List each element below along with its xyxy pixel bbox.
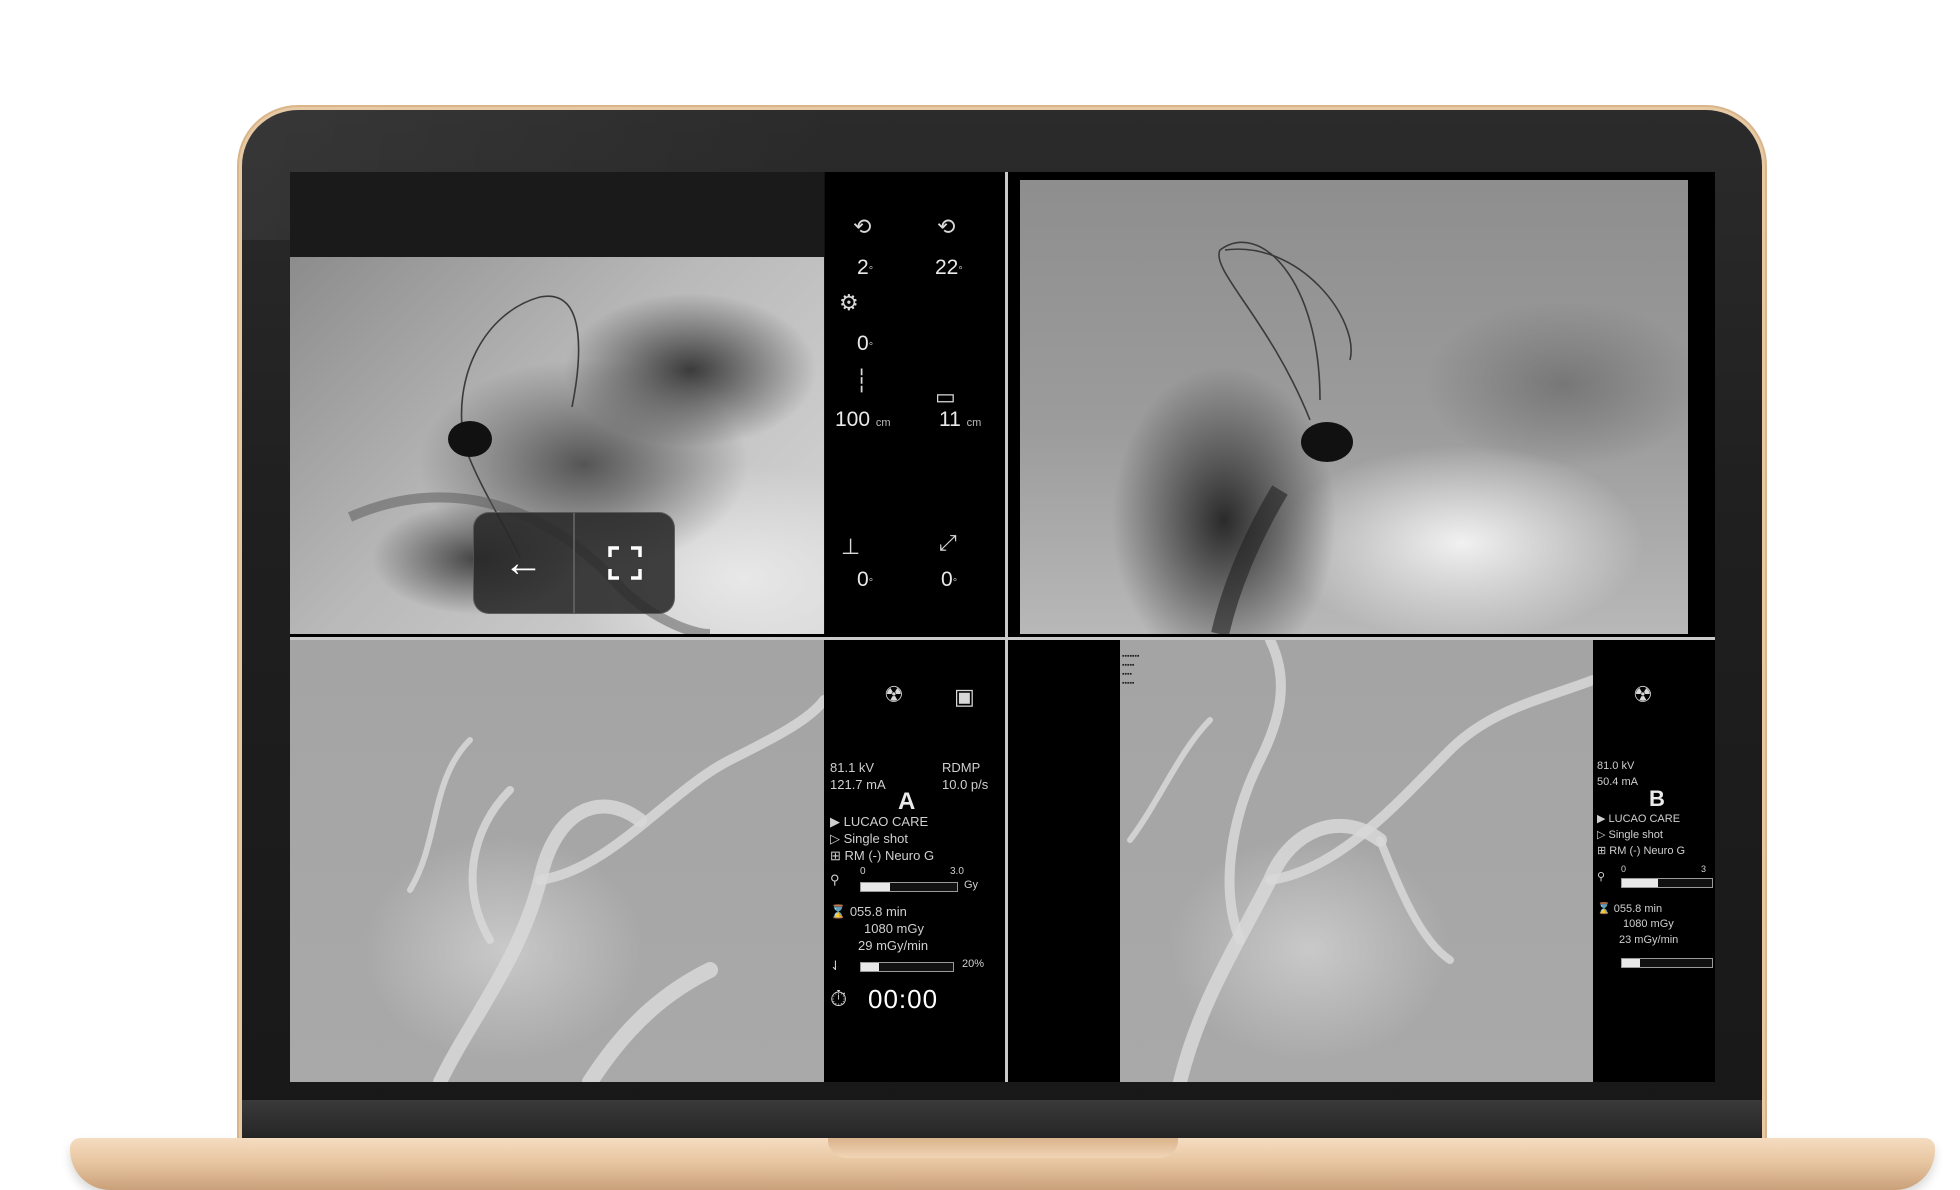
detector-rotation-icon: ⚙ <box>839 290 859 315</box>
timer-display: 00:00 <box>868 984 939 1014</box>
ma-value: 121.7 mA <box>830 777 886 792</box>
laptop-chin <box>242 1100 1762 1142</box>
table-cradle-icon: ⤢ <box>939 530 957 555</box>
geometry-panel: ⟲ ⟲ 2° 22° ⚙ 0° ┆ ▭ 100 cm 11 cm ⊥ ⤢ 0° … <box>824 172 1002 634</box>
fluoro-time-row: ⌛ 055.8 min <box>830 904 907 919</box>
dose-value: 1080 mGy <box>864 921 924 936</box>
exposure-panel-a: ☢ ▣ 81.1 kV RDMP 121.7 mA 10.0 p/s A ▶ L… <box>824 640 1002 1082</box>
back-button[interactable]: ← <box>474 513 573 613</box>
laptop-notch <box>828 1138 1178 1158</box>
viewport-a-live[interactable]: ⟲ ⟲ 2° 22° ⚙ 0° ┆ ▭ 100 cm 11 cm ⊥ ⤢ 0° … <box>290 172 1002 634</box>
stopwatch-icon: ⏱ <box>830 986 848 1011</box>
protocol-row: ▶ LUCAO CARE <box>830 814 929 829</box>
detector-angle: 0° <box>857 332 874 355</box>
plane-letter: A <box>898 788 916 815</box>
table-cradle: 0° <box>941 568 958 591</box>
kv-value: 81.1 kV <box>830 760 875 775</box>
horizontal-splitter[interactable] <box>290 637 1715 640</box>
patient-info-label: ▪▪▪▪▪▪▪ ▪▪▪▪▪ ▪▪▪▪ ▪▪▪▪▪ <box>1122 653 1140 687</box>
image-nav-overlay: ← <box>473 512 675 614</box>
exposure-panel-b: ☢ 81.0 kV 50.4 mA B ▶ LUCAO CARE ▷ Singl… <box>1593 640 1715 1082</box>
dose-gauge <box>860 882 958 892</box>
arrow-left-icon: ← <box>503 540 544 585</box>
sid-icon: ┆ <box>855 368 869 393</box>
percent-icon: ⇃ <box>830 958 841 973</box>
rate-value: 10.0 p/s <box>942 777 989 792</box>
viewport-b-live[interactable] <box>1008 172 1715 634</box>
radiation-icon: ☢ <box>1633 682 1653 707</box>
c-arm-rotation-icon: ⟲ <box>853 214 872 239</box>
percent-bar <box>1621 958 1713 968</box>
dose-gauge-icon: ⚲ <box>830 872 840 887</box>
viewport-b-reference[interactable]: ▪▪▪▪▪▪▪ ▪▪▪▪▪ ▪▪▪▪ ▪▪▪▪▪ ☢ 81.0 kV 50.4 mA … <box>1008 640 1715 1082</box>
field-size-icon: ▭ <box>935 384 956 409</box>
vertical-splitter[interactable] <box>1005 172 1008 1082</box>
dose-rate-value: 29 mGy/min <box>858 938 929 953</box>
angulation-angle: 22° <box>935 256 963 279</box>
fullscreen-icon <box>607 546 642 580</box>
fluoro-image <box>1020 180 1700 634</box>
dose-gauge <box>1621 878 1713 888</box>
viewport-a-reference[interactable]: ☢ ▣ 81.1 kV RDMP 121.7 mA 10.0 p/s A ▶ L… <box>290 640 1002 1082</box>
mode-row: ▷ Single shot <box>830 831 908 846</box>
frame-icon: ▣ <box>954 684 975 709</box>
screen: ⟲ ⟲ 2° 22° ⚙ 0° ┆ ▭ 100 cm 11 cm ⊥ ⤢ 0° … <box>290 172 1715 1082</box>
field-size: 11 cm <box>939 408 982 431</box>
c-arm-angulation-icon: ⟲ <box>937 214 956 239</box>
rotation-angle: 2° <box>857 256 874 279</box>
table-tilt: 0° <box>857 568 874 591</box>
table-tilt-icon: ⊥ <box>841 534 861 559</box>
fullscreen-button[interactable] <box>575 513 674 613</box>
percent-bar <box>860 962 954 972</box>
program-value: RDMP <box>942 760 981 775</box>
dose-gauge-icon: ⚲ <box>1597 871 1606 883</box>
preset-row: ⊞ RM (-) Neuro G <box>830 848 935 863</box>
radiation-icon: ☢ <box>884 682 904 707</box>
sid-distance: 100 cm <box>835 408 891 431</box>
angio-image <box>290 640 824 1082</box>
angio-image: ▪▪▪▪▪▪▪ ▪▪▪▪▪ ▪▪▪▪ ▪▪▪▪▪ <box>1120 640 1593 1082</box>
